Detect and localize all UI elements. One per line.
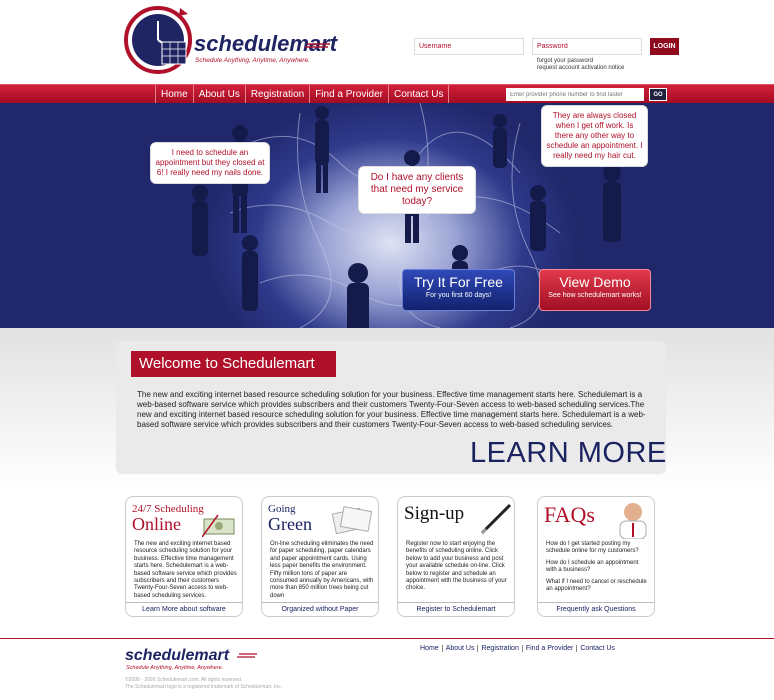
copyright-text: ©2008 - 2009 Schedulemart.com. All right… (125, 677, 243, 683)
card-title-main: Online (132, 514, 181, 534)
request-activation-link[interactable]: request account activation notice (537, 65, 624, 72)
welcome-body-text: The new and exciting internet based reso… (137, 390, 646, 429)
try-for-free-title: Try It For Free (414, 274, 503, 290)
forgot-password-link[interactable]: forgot your password (537, 58, 624, 65)
speech-bubble-clients: Do I have any clients that need my servi… (358, 166, 476, 214)
username-input[interactable] (414, 38, 524, 55)
person-silhouette (315, 106, 329, 193)
footer-link-registration[interactable]: Registration (478, 645, 523, 652)
view-demo-title: View Demo (559, 274, 631, 290)
organized-without-paper-link[interactable]: Organized without Paper (262, 602, 378, 613)
main-nav: Home About Us Registration Find a Provid… (0, 84, 774, 104)
card-online-scheduling: 24/7 Scheduling Online The new and excit… (125, 496, 243, 617)
view-demo-subtitle: See how schedulemart works! (548, 292, 642, 299)
trademark-text: The Schedulemart logo is a registered tr… (125, 684, 283, 690)
nav-item-about-us[interactable]: About Us (192, 85, 245, 104)
nav-item-home[interactable]: Home (155, 85, 193, 104)
hero-banner: I need to schedule an appointment but th… (0, 103, 774, 328)
nav-item-find-provider[interactable]: Find a Provider (309, 85, 388, 104)
card-title-main: Green (268, 514, 312, 534)
person-silhouette (530, 185, 546, 251)
account-links: forgot your password request account act… (537, 58, 624, 72)
footer-logo[interactable]: schedulemart Schedule Anything, Anytime,… (125, 644, 265, 672)
card-going-green: Going Green On-line scheduling eliminate… (261, 496, 379, 617)
card-title-main: Sign-up (404, 503, 465, 524)
learn-more-link[interactable]: LEARN MORE (470, 437, 667, 470)
footer-link-about-us[interactable]: About Us (443, 645, 479, 652)
card-title: 24/7 Scheduling Online (132, 503, 204, 533)
speech-bubble-haircut: They are always closed when I get off wo… (541, 105, 648, 167)
welcome-heading: Welcome to Schedulemart (131, 351, 336, 377)
footer-logo-wordmark: schedulemart (125, 647, 230, 664)
card-sign-up: Sign-up Register now to start enjoying t… (397, 496, 515, 617)
card-body: The new and exciting internet based reso… (134, 541, 237, 599)
person-silhouette (192, 185, 208, 256)
pen-icon (480, 503, 512, 535)
site-header: schedulemart Schedule Anything, Anytime,… (0, 0, 774, 84)
password-input[interactable] (532, 38, 642, 55)
footer-link-find-provider[interactable]: Find a Provider (523, 645, 578, 652)
footer-copyright: ©2008 - 2009 Schedulemart.com. All right… (125, 677, 282, 691)
card-faqs: FAQs How do I get started posting my sch… (537, 496, 655, 617)
card-title: FAQs (544, 503, 595, 527)
nav-item-contact-us[interactable]: Contact Us (388, 85, 450, 104)
person-thinking-icon (619, 503, 647, 539)
footer-link-contact-us[interactable]: Contact Us (577, 645, 618, 652)
money-icon (202, 514, 235, 538)
provider-search-go-button[interactable]: GO (649, 88, 667, 101)
login-form: LOGIN (414, 38, 679, 55)
view-demo-button[interactable]: View Demo See how schedulemart works! (539, 269, 651, 311)
person-silhouette (603, 164, 621, 242)
logo-tagline: Schedule Anything, Anytime, Anywhere. (195, 57, 310, 64)
faq-item[interactable]: How do I get started posting my schedule… (546, 541, 650, 556)
card-title: Sign-up (404, 503, 464, 525)
paper-stack-icon (331, 506, 373, 535)
learn-more-software-link[interactable]: Learn More about software (126, 602, 242, 613)
card-title: Going Green (268, 503, 312, 533)
faq-item[interactable]: How do I schedule an appointment with a … (546, 560, 650, 575)
puzzle-background (192, 103, 621, 328)
faq-list: How do I get started posting my schedule… (546, 541, 650, 593)
speech-bubble-nails: I need to schedule an appointment but th… (150, 142, 270, 184)
person-silhouette (242, 235, 258, 311)
footer-divider (0, 638, 774, 639)
schedulemart-logo[interactable]: schedulemart Schedule Anything, Anytime,… (122, 4, 342, 76)
login-button[interactable]: LOGIN (650, 38, 679, 55)
try-for-free-button[interactable]: Try It For Free For you first 60 days! (402, 269, 515, 311)
try-for-free-subtitle: For you first 60 days! (425, 292, 492, 299)
register-link[interactable]: Register to Schedulemart (398, 602, 514, 613)
nav-menu: Home About Us Registration Find a Provid… (155, 85, 450, 104)
person-silhouette (493, 114, 507, 168)
footer-link-home[interactable]: Home (420, 645, 443, 652)
person-silhouette (347, 263, 369, 328)
card-body: On-line scheduling eliminates the need f… (270, 541, 374, 599)
nav-item-registration[interactable]: Registration (244, 85, 309, 104)
card-body: Register now to start enjoying the benef… (406, 541, 507, 592)
card-title-main: FAQs (544, 502, 595, 527)
footer-logo-tagline: Schedule Anything, Anytime, Anywhere. (126, 665, 223, 671)
faq-item[interactable]: What if I need to cancel or reschedule a… (546, 579, 650, 594)
frequently-asked-questions-link[interactable]: Frequently ask Questions (538, 602, 654, 613)
provider-search-input[interactable] (506, 88, 644, 101)
footer-nav: Home About Us Registration Find a Provid… (420, 645, 618, 652)
